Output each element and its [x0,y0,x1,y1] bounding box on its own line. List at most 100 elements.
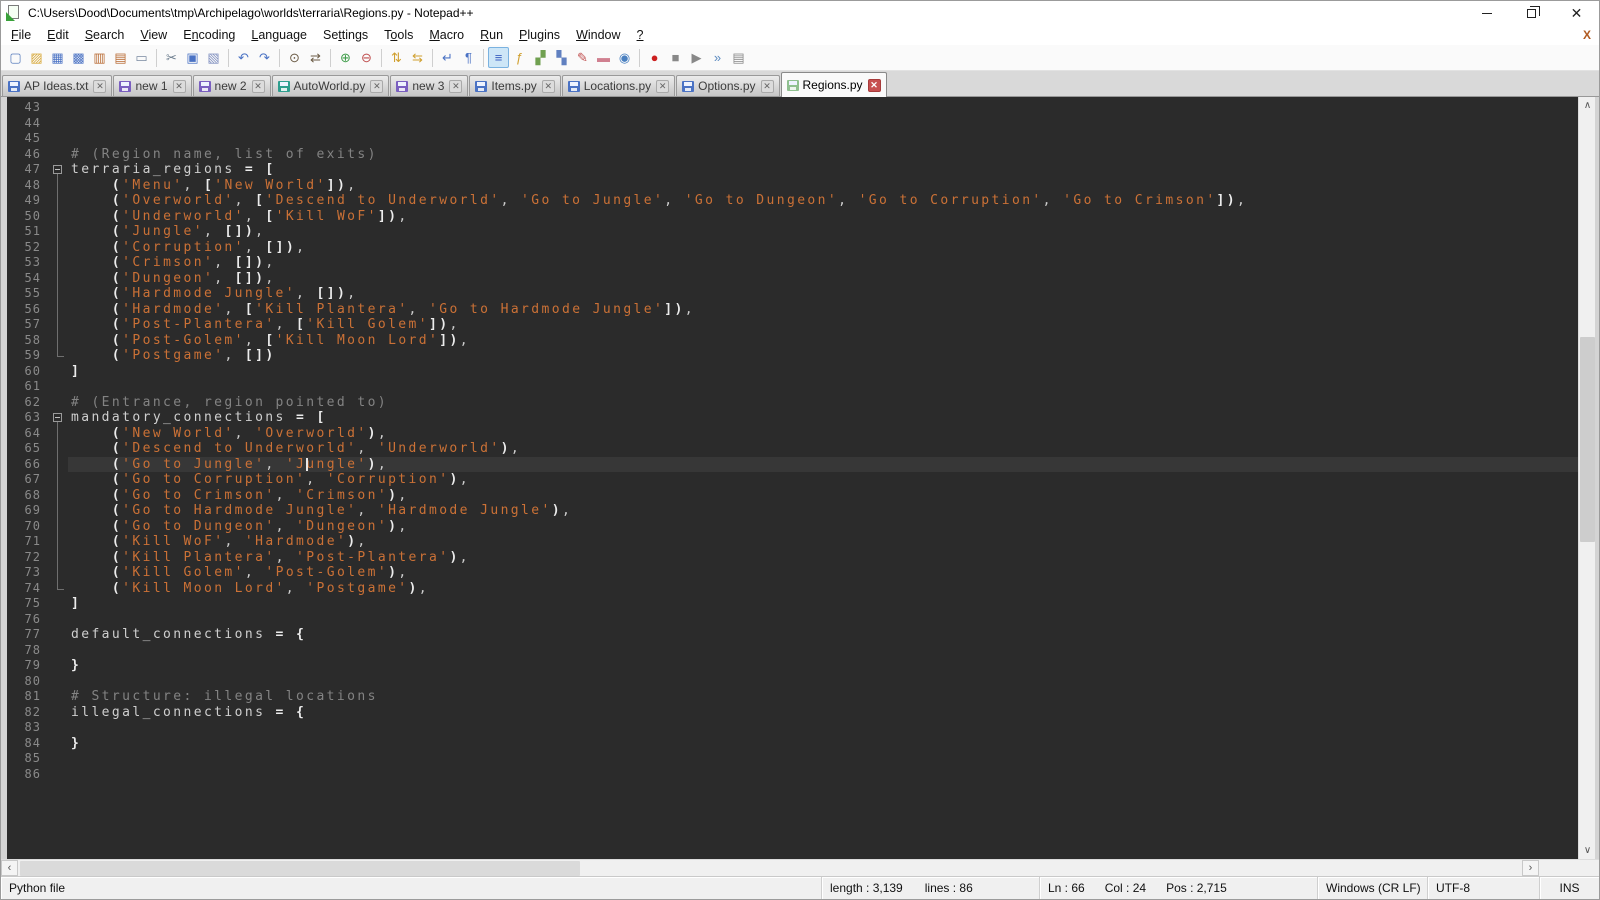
line-text: ('Go to Crimson', 'Crimson'), [68,488,1578,504]
sync-horizontal-scrolling-button[interactable]: ⇆ [407,47,428,68]
sync-vertical-scrolling-icon: ⇅ [391,50,402,66]
cut-button[interactable]: ✂ [161,47,182,68]
status-eol-format[interactable]: Windows (CR LF) [1318,877,1428,899]
close-document-button[interactable]: ▥ [89,47,110,68]
tab-items-py[interactable]: Items.py✕ [469,75,560,96]
tab-new-2[interactable]: new 2✕ [193,75,271,96]
menu-tools[interactable]: Tools [376,26,421,44]
print-button[interactable]: ▭ [131,47,152,68]
save-button[interactable]: ▦ [47,47,68,68]
minimize-button[interactable] [1464,1,1509,25]
tab-new-1[interactable]: new 1✕ [113,75,191,96]
menu-view[interactable]: View [132,26,175,44]
document-list-button[interactable]: ▚ [551,47,572,68]
close-button[interactable]: ✕ [1554,1,1599,25]
fold-collapse-icon[interactable] [50,162,68,178]
tab-ap-ideas-txt[interactable]: AP Ideas.txt✕ [2,75,112,96]
line-number: 75 [7,596,41,612]
menu-encoding[interactable]: Encoding [175,26,243,44]
new-file-button[interactable]: ▢ [5,47,26,68]
tab-close-icon[interactable]: ✕ [542,80,555,93]
toolbar-group: ≡ƒ▞▚✎▬◉ [488,47,635,68]
code-line-77: 77default_connections = { [7,627,1578,643]
close-current-document-x[interactable]: X [1583,28,1591,42]
document-map-button[interactable]: ▞ [530,47,551,68]
menu-edit[interactable]: Edit [39,26,77,44]
zoom-in-button[interactable]: ⊕ [335,47,356,68]
tab-close-icon[interactable]: ✕ [449,80,462,93]
fold-collapse-icon[interactable] [50,410,68,426]
restore-button[interactable] [1509,1,1554,25]
tab-close-icon[interactable]: ✕ [173,80,186,93]
save-all-button[interactable]: ▩ [68,47,89,68]
scroll-left-arrow-icon[interactable]: ‹ [1,860,18,876]
scroll-right-arrow-icon[interactable]: › [1522,860,1539,876]
tab-close-icon[interactable]: ✕ [252,80,265,93]
vertical-scrollbar[interactable]: ∧ ∨ [1578,97,1595,859]
tab-close-icon[interactable]: ✕ [656,80,669,93]
menu-plugins[interactable]: Plugins [511,26,568,44]
horizontal-scrollbar-thumb[interactable] [20,861,580,876]
redo-button[interactable]: ↷ [254,47,275,68]
menu-macro[interactable]: Macro [421,26,472,44]
menu-file[interactable]: File [3,26,39,44]
tab-options-py[interactable]: Options.py✕ [676,75,779,96]
status-encoding[interactable]: UTF-8 [1428,877,1540,899]
tab-close-icon[interactable]: ✕ [868,79,881,92]
replace-button[interactable]: ⇄ [305,47,326,68]
menu-?[interactable]: ? [629,26,652,44]
word-wrap-button[interactable]: ↵ [437,47,458,68]
copy-button[interactable]: ▣ [182,47,203,68]
fold-margin [50,658,68,674]
menu-language[interactable]: Language [243,26,315,44]
folder-as-workspace-button[interactable]: ▬ [593,47,614,68]
show-all-characters-button[interactable]: ¶ [458,47,479,68]
function-list-button[interactable]: ƒ [509,47,530,68]
status-insert-mode[interactable]: INS [1540,877,1599,899]
tab-regions-py[interactable]: Regions.py✕ [781,72,887,97]
vertical-scrollbar-thumb[interactable] [1580,337,1595,542]
tab-autoworld-py[interactable]: AutoWorld.py✕ [272,75,390,96]
undo-button[interactable]: ↶ [233,47,254,68]
macro-run-multiple-button[interactable]: » [707,47,728,68]
fold-margin [50,441,68,457]
close-all-documents-button[interactable]: ▤ [110,47,131,68]
indent-guide-button[interactable]: ≡ [488,47,509,68]
macro-playback-button[interactable]: ▶ [686,47,707,68]
macro-save-button[interactable]: ▤ [728,47,749,68]
line-number: 64 [7,426,41,442]
undo-icon: ↶ [238,50,249,66]
scroll-down-arrow-icon[interactable]: ∨ [1579,842,1596,859]
line-text: ('Postgame', []) [68,348,1578,364]
menu-run[interactable]: Run [472,26,511,44]
find-button[interactable]: ⊙ [284,47,305,68]
menu-search[interactable]: Search [77,26,133,44]
tab-new-3[interactable]: new 3✕ [390,75,468,96]
edit-marker-button[interactable]: ✎ [572,47,593,68]
toolbar-group: ●■▶»▤ [644,47,749,68]
macro-stop-button[interactable]: ■ [665,47,686,68]
scroll-up-arrow-icon[interactable]: ∧ [1579,97,1596,114]
toolbar-group: ⊙⇄ [284,47,326,68]
tab-close-icon[interactable]: ✕ [761,80,774,93]
file-monitoring-button[interactable]: ◉ [614,47,635,68]
menu-settings[interactable]: Settings [315,26,376,44]
line-text: ('Underworld', ['Kill WoF']), [68,209,1578,225]
paste-button[interactable]: ▧ [203,47,224,68]
menu-window[interactable]: Window [568,26,628,44]
line-text: ('Kill Golem', 'Post-Golem'), [68,565,1578,581]
sync-vertical-scrolling-button[interactable]: ⇅ [386,47,407,68]
horizontal-scrollbar[interactable]: ‹ › [1,859,1599,876]
tab-locations-py[interactable]: Locations.py✕ [562,75,675,96]
zoom-out-button[interactable]: ⊖ [356,47,377,68]
line-text [68,720,1578,736]
code-line-64: 64 ('New World', 'Overworld'), [7,426,1578,442]
tab-close-icon[interactable]: ✕ [93,80,106,93]
replace-icon: ⇄ [310,50,321,66]
open-file-button[interactable]: ▨ [26,47,47,68]
tab-close-icon[interactable]: ✕ [370,80,383,93]
macro-record-button[interactable]: ● [644,47,665,68]
code-editor[interactable]: 43 44 45 46# (Region name, list of exits… [7,97,1578,859]
line-number: 43 [7,100,41,116]
title-bar: C:\Users\Dood\Documents\tmp\Archipelago\… [1,1,1599,25]
